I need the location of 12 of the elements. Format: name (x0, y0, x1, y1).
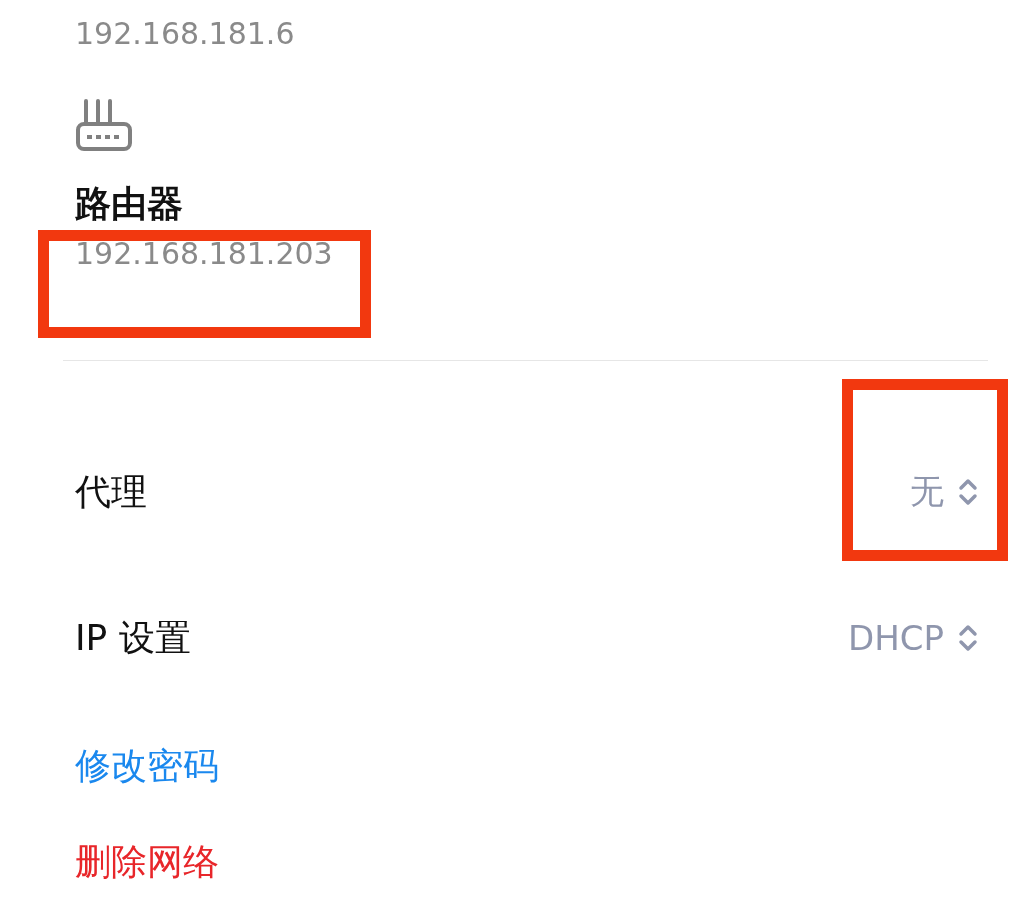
router-label: 路由器 (75, 182, 184, 226)
action-link[interactable]: 修改密码 (75, 738, 219, 794)
action-link[interactable]: 删除网络 (75, 834, 219, 890)
router-ip-address: 192.168.181.203 (75, 235, 334, 273)
chevron-up-down-icon (958, 477, 978, 507)
chevron-up-down-icon (958, 623, 978, 653)
ip-address: 192.168.181.6 (75, 15, 296, 53)
setting-label: 代理 (75, 469, 147, 514)
setting-dropdown[interactable]: DHCP (848, 618, 978, 658)
setting-dropdown[interactable]: 无 (910, 469, 978, 515)
setting-label: IP 设置 (75, 615, 191, 660)
router-icon (75, 98, 133, 152)
